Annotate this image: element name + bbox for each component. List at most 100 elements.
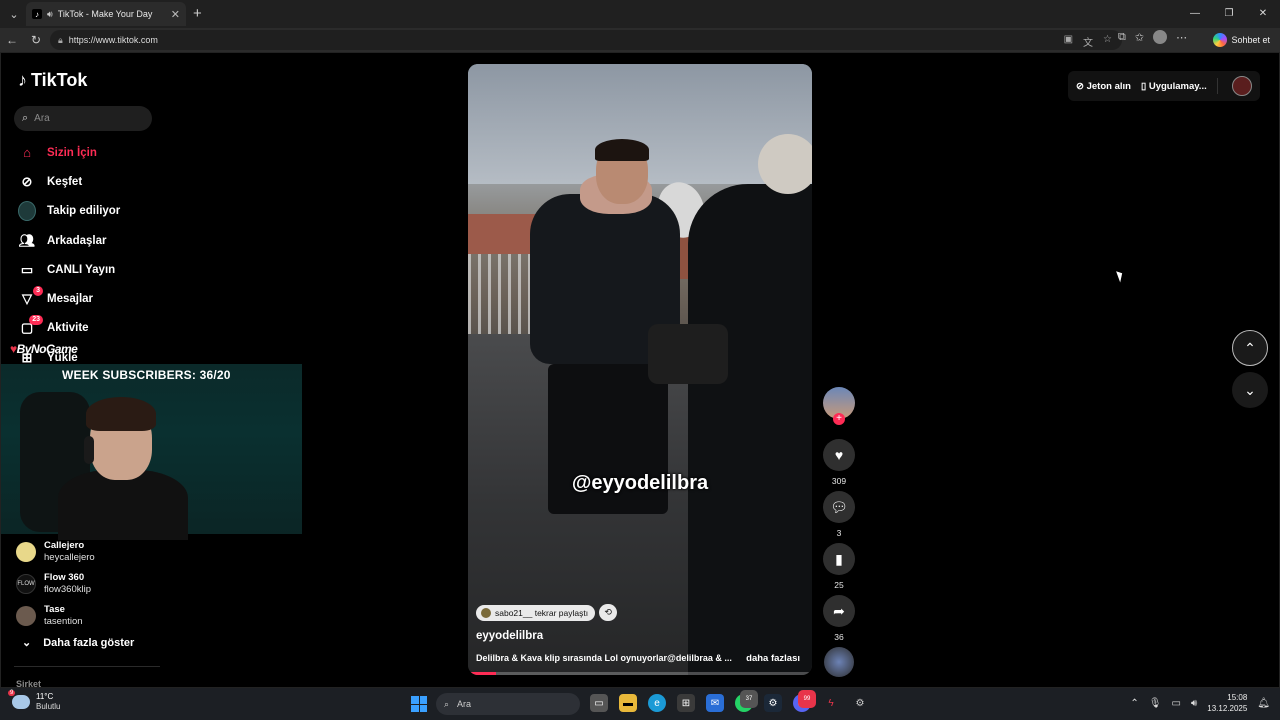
whatsapp-icon[interactable]: ✆37 — [735, 690, 758, 712]
network-icon[interactable]: ▭ — [1171, 698, 1180, 709]
heart-icon: ♥ — [834, 447, 844, 463]
sidebar-item-label: Aktivite — [47, 322, 89, 335]
video-camera-object — [648, 324, 728, 384]
sidebar-item-for-you[interactable]: ⌂ Sizin İçin — [14, 138, 164, 167]
edge-browser-icon[interactable]: e — [648, 694, 666, 712]
sidebar-item-label: Takip ediliyor — [47, 205, 121, 218]
microphone-icon[interactable]: 🎙︎ — [1149, 698, 1162, 709]
window-close-button[interactable]: ✕ — [1246, 0, 1280, 28]
profile-avatar[interactable] — [1232, 76, 1252, 96]
taskbar-apps: ▭ ▬ e ⊞ ✉ ✆37 ⚙ ◉99 ϟ ⚙ — [590, 690, 869, 712]
translate-icon[interactable]: 文 — [1083, 34, 1093, 49]
browser-tab[interactable]: ♪ 🔊︎ TikTok - Make Your Day ✕ — [26, 2, 186, 26]
volume-icon[interactable]: 🔊︎ — [1191, 698, 1197, 709]
list-item[interactable]: FLOW Flow 360 flow360klip — [16, 568, 166, 600]
tab-close-icon[interactable]: ✕ — [171, 8, 180, 21]
start-button[interactable] — [411, 696, 427, 712]
see-more-link[interactable]: daha fazlası — [746, 653, 800, 664]
tiktok-page: ♪ TikTok ⌕ Ara ⌂ Sizin İçin ⊘ Keşfet Tak… — [0, 52, 1280, 688]
show-more-label: Daha fazla göster — [43, 636, 135, 649]
separator — [1216, 78, 1218, 94]
subscriber-goal: WEEK SUBSCRIBERS: 36/20 — [62, 368, 231, 382]
share-button[interactable]: ➦ — [823, 595, 855, 627]
save-count: 25 — [834, 580, 844, 590]
sidebar-item-label: Sizin İçin — [47, 146, 97, 159]
like-button[interactable]: ♥ — [823, 439, 855, 471]
comment-button[interactable]: 💬︎ — [823, 491, 855, 523]
discord-badge: 99 — [798, 690, 816, 708]
sidebar-item-live[interactable]: ▭ CANLI Yayın — [14, 255, 164, 284]
sidebar-item-activity[interactable]: ▢ 23 Aktivite — [14, 314, 164, 343]
steam-icon[interactable]: ⚙ — [764, 694, 782, 712]
get-app-button[interactable]: ▯ Uygulamay... — [1141, 81, 1207, 92]
company-link[interactable]: Şirket — [16, 679, 41, 688]
sidebar-item-following[interactable]: Takip ediliyor — [14, 197, 164, 226]
list-item[interactable]: Callejero heycallejero — [16, 536, 166, 568]
minimize-button[interactable]: — — [1178, 0, 1212, 28]
system-tray: ⌃ 🎙︎ ▭ 🔊︎ 15:08 13.12.2025 🔔︎ — [1130, 692, 1270, 714]
file-explorer-icon[interactable]: ▬ — [619, 694, 637, 712]
video-author[interactable]: eyyodelilbra — [476, 630, 543, 642]
settings-gear-icon[interactable]: ⚙ — [851, 694, 869, 712]
tiktok-logo[interactable]: ♪ TikTok — [18, 70, 87, 91]
repost-info: sabo21__ tekrar paylaştı ⟲ — [476, 604, 618, 621]
weather-widget[interactable]: 9 11°C Bulutlu — [8, 690, 60, 712]
new-tab-button[interactable]: + — [193, 5, 202, 22]
account-name: Flow 360 — [44, 572, 85, 583]
clock[interactable]: 15:08 13.12.2025 — [1207, 692, 1247, 714]
app-lightning-icon[interactable]: ϟ — [822, 694, 840, 712]
url-field[interactable]: 🔒︎ https://www.tiktok.com ▣ 文 ☆ — [50, 30, 1122, 50]
copilot-button[interactable]: Sohbet et — [1207, 30, 1276, 50]
messages-badge: 3 — [33, 286, 43, 297]
back-button[interactable]: ← — [0, 33, 24, 47]
reload-button[interactable]: ↻ — [24, 33, 48, 47]
comment-icon: 💬︎ — [830, 498, 848, 515]
extensions-icon[interactable]: ⧉ — [1118, 31, 1126, 44]
taskbar-search[interactable]: ⌕ Ara — [436, 693, 580, 715]
show-more-button[interactable]: ⌄ Daha fazla göster — [22, 636, 135, 650]
sidebar-divider — [14, 666, 160, 667]
video-player[interactable]: @eyyodelilbra sabo21__ tekrar paylaştı ⟲… — [468, 64, 812, 675]
logo-text: TikTok — [31, 70, 88, 90]
video-second-person-cap — [758, 134, 812, 194]
sidebar-item-messages[interactable]: ▽ 3 Mesajlar — [14, 284, 164, 313]
list-item[interactable]: Tase tasention — [16, 600, 166, 632]
sidebar-item-label: Arkadaşlar — [47, 234, 107, 247]
favorites-icon[interactable]: ✩ — [1135, 31, 1144, 44]
save-button[interactable]: ▮ — [823, 543, 855, 575]
task-view-icon[interactable]: ▭ — [590, 694, 608, 712]
chevron-up-icon[interactable]: ⌃ — [1130, 698, 1138, 709]
mail-icon[interactable]: ✉ — [706, 694, 724, 712]
store-icon[interactable]: ⊞ — [677, 694, 695, 712]
get-coins-label: Jeton alın — [1086, 80, 1131, 92]
restore-button[interactable]: ❐ — [1212, 0, 1246, 28]
discord-icon[interactable]: ◉99 — [793, 690, 816, 712]
bookmark-icon: ▮ — [835, 550, 843, 567]
address-bar-row: ← ↻ 🔒︎ https://www.tiktok.com ▣ 文 ☆ ⧉ ✩ … — [0, 28, 1280, 52]
search-icon: ⌕ — [444, 698, 450, 709]
sidebar-item-label: Keşfet — [47, 175, 83, 188]
tiktok-favicon-icon: ♪ — [32, 9, 42, 19]
get-coins-button[interactable]: ⊘ Jeton alın — [1076, 81, 1131, 92]
profile-icon[interactable] — [1153, 30, 1168, 44]
tab-actions-button[interactable]: ⌄ — [0, 0, 28, 28]
app-available-icon[interactable]: ▣ — [1064, 34, 1073, 49]
repost-pill[interactable]: sabo21__ tekrar paylaştı — [476, 604, 596, 621]
music-disc-icon[interactable] — [824, 647, 854, 677]
favorite-star-icon[interactable]: ☆ — [1103, 34, 1112, 49]
next-video-button[interactable]: ⌄ — [1232, 372, 1268, 408]
live-icon: ▭ — [20, 261, 34, 277]
follow-plus-icon[interactable]: + — [833, 413, 845, 425]
previous-video-button[interactable]: ⌃ — [1232, 330, 1268, 366]
search-input[interactable]: ⌕ Ara — [14, 106, 152, 131]
windows-taskbar: 9 11°C Bulutlu ⌕ Ara ▭ ▬ e ⊞ ✉ ✆37 ⚙ ◉99… — [0, 688, 1280, 720]
notification-icon[interactable]: 🔔︎ — [1257, 698, 1270, 709]
more-menu-icon[interactable]: ⋯ — [1176, 31, 1187, 44]
creator-avatar[interactable]: + — [823, 387, 855, 425]
repost-icon[interactable]: ⟲ — [599, 604, 618, 621]
video-progress-bar[interactable] — [468, 672, 812, 675]
speaker-icon: 🔊︎ — [47, 8, 53, 19]
chevron-down-icon: ⌄ — [22, 637, 32, 649]
sidebar-item-friends[interactable]: 👥︎ Arkadaşlar — [14, 226, 164, 255]
sidebar-item-explore[interactable]: ⊘ Keşfet — [14, 167, 164, 196]
